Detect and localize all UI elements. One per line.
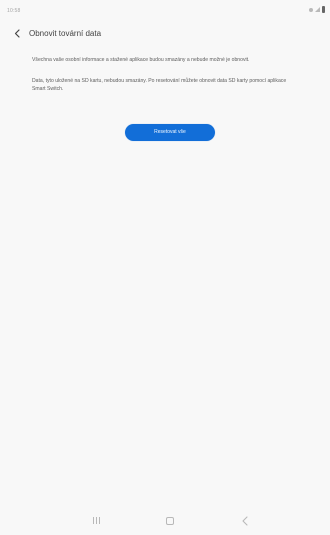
reset-content: Všechna vaše osobní informace a stažené … bbox=[32, 56, 296, 106]
settings-screen: 10:58 Obnovit tovární data Všechna vaše … bbox=[0, 0, 330, 535]
page-title: Obnovit tovární data bbox=[29, 29, 102, 38]
home-icon bbox=[166, 516, 174, 525]
back-arrow-icon bbox=[14, 28, 20, 38]
signal-icon bbox=[315, 7, 320, 12]
wifi-icon bbox=[309, 7, 313, 12]
recent-apps-icon bbox=[93, 517, 100, 524]
back-button[interactable] bbox=[11, 26, 23, 40]
data-loss-warning: Všechna vaše osobní informace a stažené … bbox=[32, 57, 250, 63]
navigation-back-button[interactable] bbox=[240, 515, 250, 526]
sd-card-information: Data, tyto uložené na SD kartu, nebudou … bbox=[32, 78, 287, 92]
home-button[interactable] bbox=[164, 515, 176, 526]
status-icons bbox=[309, 6, 325, 13]
reset-all-button[interactable]: Resetovat vše bbox=[125, 124, 215, 141]
recent-apps-button[interactable] bbox=[91, 515, 102, 526]
navigation-bar bbox=[0, 507, 330, 535]
navigation-back-icon bbox=[242, 515, 248, 526]
battery-icon bbox=[322, 6, 325, 13]
title-bar: Obnovit tovární data bbox=[0, 23, 330, 47]
status-bar: 10:58 bbox=[0, 0, 330, 20]
status-time: 10:58 bbox=[7, 8, 21, 14]
